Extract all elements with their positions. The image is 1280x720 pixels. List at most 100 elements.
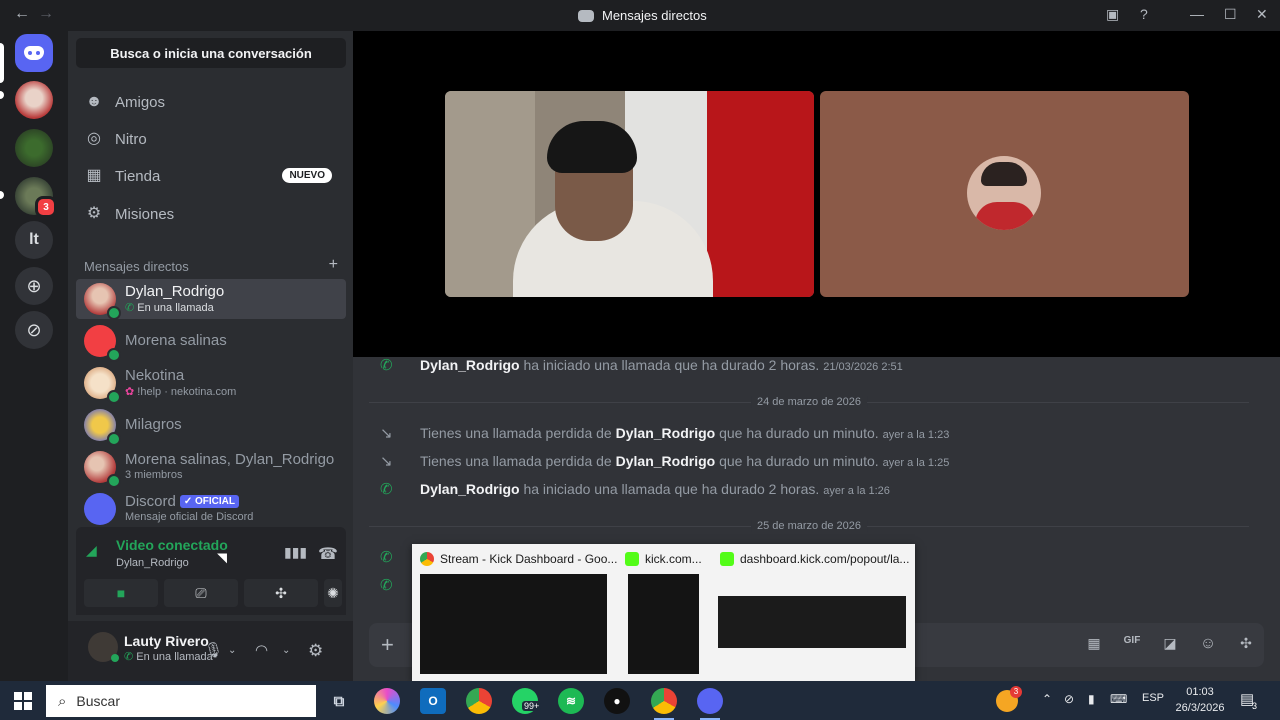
dm-item[interactable]: Morena salinas	[76, 321, 346, 362]
nav-shop[interactable]: ▦ Tienda NUEVO	[76, 158, 346, 194]
mention-badge: 3	[35, 196, 57, 218]
window-thumbnail	[718, 596, 906, 648]
chevron-up-icon[interactable]: ⌃	[1042, 692, 1052, 706]
task-view-icon[interactable]: ⧉	[326, 688, 352, 714]
disconnect-icon[interactable]: ☎	[318, 544, 338, 564]
avatar-shirt	[975, 202, 1035, 230]
search-button[interactable]: Busca o inicia una conversación	[76, 38, 346, 68]
nav-friends[interactable]: ☻ Amigos	[76, 84, 346, 120]
camera-icon: ■	[116, 585, 126, 601]
red-curtain	[707, 91, 814, 297]
status-online-icon	[107, 474, 121, 488]
dm-item[interactable]: Morena salinas, Dylan_Rodrigo 3 miembros	[76, 447, 346, 488]
keyboard-icon[interactable]: ⌨	[1110, 692, 1127, 706]
shop-icon: ▦	[86, 167, 102, 184]
forward-arrow-icon[interactable]: →	[38, 5, 54, 23]
gift-icon[interactable]: ▦	[1083, 635, 1105, 655]
headphones-icon[interactable]: ◠	[255, 641, 268, 659]
apps-icon[interactable]: ✣	[1235, 635, 1257, 655]
window-title: Mensajes directos	[578, 8, 707, 23]
noise-suppression-icon[interactable]: ▮▮▮	[284, 544, 307, 561]
language-indicator[interactable]: ESP	[1142, 692, 1164, 704]
taskbar-search[interactable]: ⌕ Buscar	[46, 685, 316, 717]
nav-nitro[interactable]: ◎ Nitro	[76, 121, 346, 157]
maximize-button[interactable]: ☐	[1224, 6, 1237, 23]
add-server-button[interactable]: ⊕	[15, 267, 53, 305]
start-button[interactable]	[14, 692, 32, 710]
gif-icon[interactable]: GIF	[1121, 635, 1143, 655]
dm-item[interactable]: Milagros	[76, 405, 346, 446]
date-divider: 24 de marzo de 2026	[369, 396, 1249, 408]
screen-share-button[interactable]: ⎚	[164, 579, 238, 607]
discord-icon	[578, 9, 594, 22]
sticker-icon[interactable]: ◪	[1159, 635, 1181, 655]
title-bar: ← → Mensajes directos ▣ ? — ☐ ✕	[0, 0, 1280, 31]
taskbar-thumbnail-preview: Stream - Kick Dashboard - Goo... kick.co…	[412, 544, 915, 681]
server-avatar-1[interactable]	[15, 81, 53, 119]
help-icon[interactable]: ?	[1140, 6, 1148, 22]
chrome-active-icon[interactable]	[651, 688, 677, 714]
window-thumbnail	[420, 574, 607, 674]
phone-icon: ✆	[380, 357, 393, 374]
chrome-icon[interactable]	[466, 688, 492, 714]
notification-count: 3	[1252, 701, 1258, 711]
voice-connection-panel: ◢ Video conectado Dylan_Rodrigo ▮▮▮ ☎ ■ …	[76, 527, 346, 615]
missed-call-icon: ↘	[380, 453, 393, 470]
quests-icon: ⚙	[86, 205, 102, 222]
camera-button[interactable]: ■	[84, 579, 158, 607]
close-button[interactable]: ✕	[1256, 6, 1268, 23]
preview-window[interactable]: dashboard.kick.com/popout/la...	[712, 544, 915, 681]
user-panel: Lauty Rivero ✆ En una llamada 🎙︎ ⌄ ◠ ⌄ ⚙	[68, 621, 353, 681]
copilot-icon[interactable]	[374, 688, 400, 714]
microphone-icon[interactable]: 🎙︎	[204, 641, 223, 659]
nav-quests[interactable]: ⚙ Misiones	[76, 196, 346, 232]
plus-icon: ⊕	[26, 275, 42, 296]
home-button[interactable]	[15, 34, 53, 72]
avatar-hair	[981, 162, 1027, 186]
call-log-item: ✆ Dylan_Rodrigo ha iniciado una llamada …	[380, 357, 903, 374]
call-log-item: ✆ Dylan_Rodrigo ha iniciado una llamada …	[380, 481, 890, 498]
clock[interactable]: 01:03 26/3/2026	[1170, 684, 1230, 716]
server-avatar-3[interactable]: 3	[15, 177, 57, 218]
dm-item[interactable]: Dylan_Rodrigo ✆ En una llamada	[76, 279, 346, 320]
preview-window[interactable]: kick.com...	[617, 544, 717, 681]
new-dm-icon[interactable]: +	[329, 257, 338, 274]
dm-sidebar: Busca o inicia una conversación ☻ Amigos…	[68, 31, 353, 681]
explore-button[interactable]: ⊘	[15, 311, 53, 349]
official-badge: ✓ OFICIAL	[179, 495, 240, 508]
soundboard-button[interactable]: ✺	[324, 579, 342, 607]
inbox-icon[interactable]: ▣	[1106, 6, 1119, 23]
emoji-icon[interactable]: ☺	[1197, 635, 1219, 655]
dm-item[interactable]: Nekotina ✿ !help · nekotina.com	[76, 363, 346, 404]
back-arrow-icon[interactable]: ←	[14, 5, 30, 23]
flower-icon: ✿	[125, 386, 138, 398]
missed-call-icon: ↘	[380, 425, 393, 442]
avatar	[84, 493, 116, 525]
discord-taskbar-icon[interactable]	[697, 688, 723, 714]
outlook-icon[interactable]: O	[420, 688, 446, 714]
dm-item[interactable]: Discord ✓ OFICIAL Mensaje oficial de Disc…	[76, 489, 346, 529]
network-icon[interactable]: ⊘	[1064, 692, 1074, 706]
preview-window[interactable]: Stream - Kick Dashboard - Goo...	[412, 544, 617, 681]
server-avatar-2[interactable]	[15, 129, 53, 167]
server-lt[interactable]: lt	[15, 221, 53, 259]
attach-plus-icon[interactable]: +	[381, 632, 394, 658]
video-tile-avatar[interactable]	[820, 91, 1189, 297]
soundboard-icon: ✺	[327, 584, 339, 601]
status-online-icon	[107, 432, 121, 446]
spotify-icon[interactable]: ≋	[558, 688, 584, 714]
chevron-down-icon[interactable]: ⌄	[228, 645, 236, 656]
minimize-button[interactable]: —	[1190, 6, 1204, 22]
chrome-icon	[420, 552, 434, 566]
microphone-icon[interactable]: ▮	[1088, 692, 1095, 706]
signal-icon: ◢	[86, 542, 97, 558]
activities-button[interactable]: ✣	[244, 579, 318, 607]
settings-icon[interactable]: ⚙	[308, 641, 323, 661]
video-tile-camera[interactable]	[445, 91, 814, 297]
chevron-down-icon[interactable]: ⌄	[282, 645, 290, 656]
phone-icon: ✆	[380, 549, 393, 566]
obs-icon[interactable]: ●	[604, 688, 630, 714]
call-area	[353, 31, 1280, 357]
unread-indicator	[0, 91, 4, 99]
status-online-icon	[107, 348, 121, 362]
